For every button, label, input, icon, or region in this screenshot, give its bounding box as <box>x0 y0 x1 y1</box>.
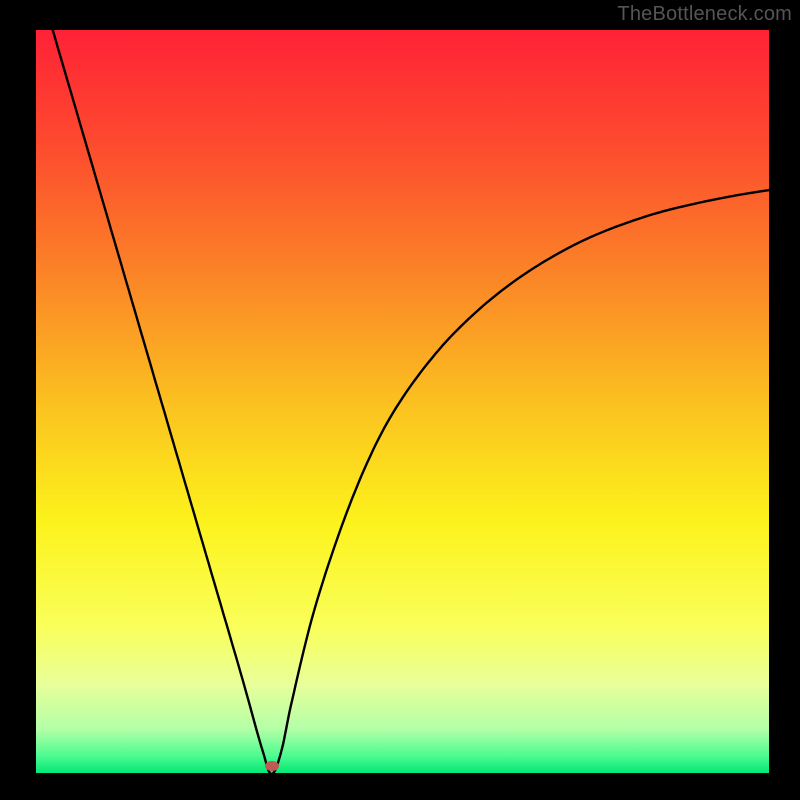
chart-frame: TheBottleneck.com <box>0 0 800 800</box>
gradient-background <box>35 29 770 774</box>
watermark-text: TheBottleneck.com <box>617 3 792 26</box>
minimum-marker <box>265 761 279 771</box>
bottleneck-chart <box>0 0 800 800</box>
